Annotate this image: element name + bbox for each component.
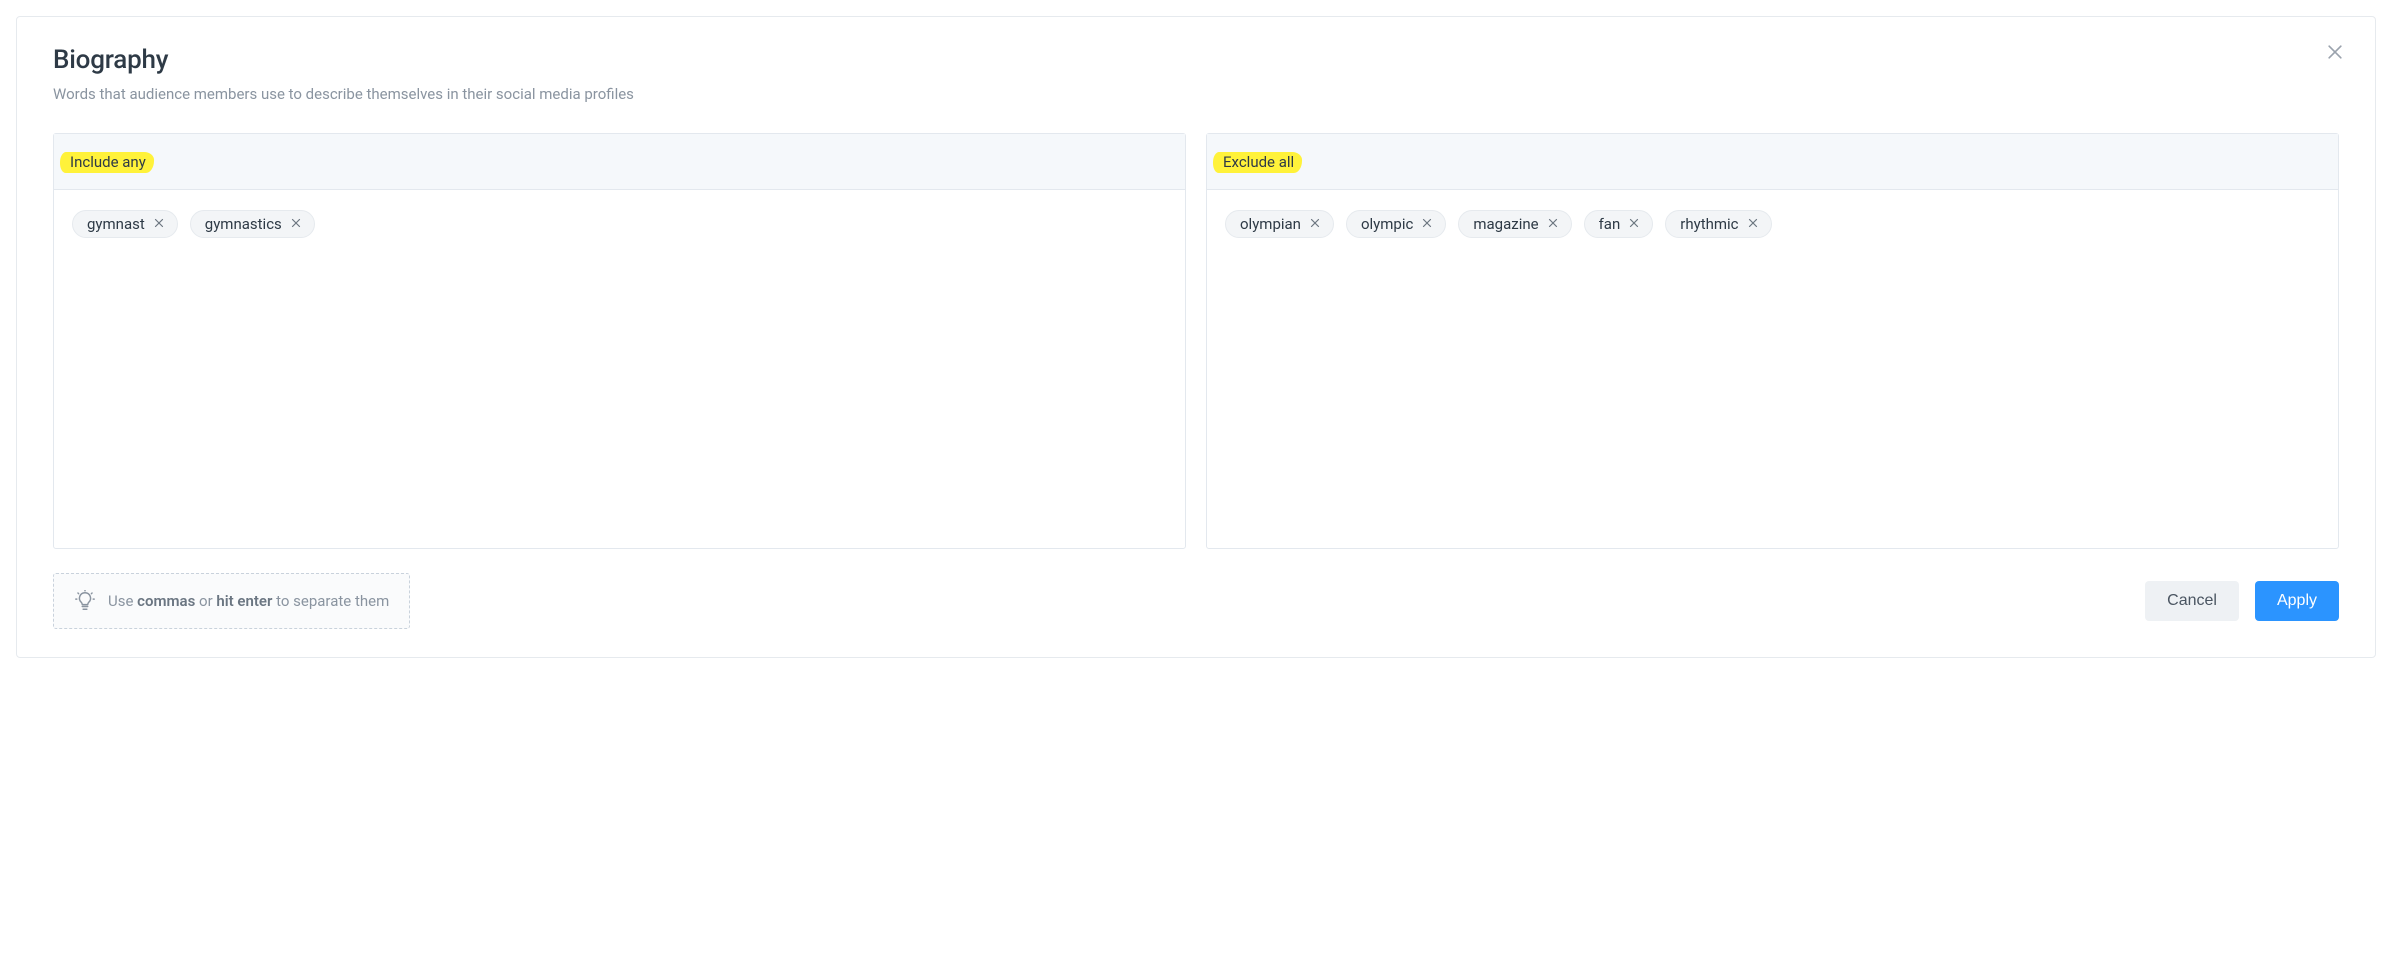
- include-label: Include any: [70, 153, 146, 171]
- apply-button[interactable]: Apply: [2255, 581, 2339, 621]
- tag-label: olympian: [1240, 217, 1301, 232]
- tag-remove-button[interactable]: [288, 216, 304, 232]
- page-subtitle: Words that audience members use to descr…: [53, 85, 2339, 103]
- tag-remove-button[interactable]: [1307, 216, 1323, 232]
- exclude-panel-header: Exclude all: [1207, 134, 2338, 190]
- x-icon: [153, 217, 165, 232]
- close-icon: [2325, 42, 2345, 65]
- exclude-tag: fan: [1584, 210, 1654, 238]
- hint-strong-commas: commas: [137, 592, 195, 610]
- x-icon: [1309, 217, 1321, 232]
- include-tags-area[interactable]: gymnast gymnastics: [54, 190, 1185, 548]
- tag-remove-button[interactable]: [1745, 216, 1761, 232]
- hint-mid: or: [195, 592, 216, 610]
- exclude-tag: rhythmic: [1665, 210, 1771, 238]
- footer-row: Use commas or hit enter to separate them…: [53, 573, 2339, 629]
- tag-remove-button[interactable]: [151, 216, 167, 232]
- separator-hint: Use commas or hit enter to separate them: [53, 573, 410, 629]
- exclude-label: Exclude all: [1223, 153, 1294, 171]
- lightbulb-icon: [74, 590, 96, 612]
- x-icon: [290, 217, 302, 232]
- panels-row: Include any gymnast gymnastics Exclude al…: [53, 133, 2339, 549]
- exclude-label-highlight: Exclude all: [1223, 152, 1294, 171]
- include-tag: gymnast: [72, 210, 178, 238]
- tag-remove-button[interactable]: [1419, 216, 1435, 232]
- x-icon: [1547, 217, 1559, 232]
- tag-remove-button[interactable]: [1545, 216, 1561, 232]
- include-panel-header: Include any: [54, 134, 1185, 190]
- tag-label: gymnastics: [205, 217, 282, 232]
- cancel-button[interactable]: Cancel: [2145, 581, 2239, 621]
- include-panel: Include any gymnast gymnastics: [53, 133, 1186, 549]
- hint-strong-enter: hit enter: [216, 592, 272, 610]
- tag-label: magazine: [1473, 217, 1538, 232]
- hint-suffix: to separate them: [272, 592, 389, 610]
- x-icon: [1628, 217, 1640, 232]
- tag-label: rhythmic: [1680, 217, 1738, 232]
- x-icon: [1747, 217, 1759, 232]
- tag-remove-button[interactable]: [1626, 216, 1642, 232]
- hint-prefix: Use: [108, 592, 137, 610]
- hint-text: Use commas or hit enter to separate them: [108, 592, 389, 610]
- exclude-tag: magazine: [1458, 210, 1571, 238]
- exclude-tag: olympian: [1225, 210, 1334, 238]
- tag-label: fan: [1599, 217, 1621, 232]
- include-tag: gymnastics: [190, 210, 315, 238]
- biography-modal: Biography Words that audience members us…: [16, 16, 2376, 658]
- exclude-tag: olympic: [1346, 210, 1446, 238]
- include-label-highlight: Include any: [70, 152, 146, 171]
- tag-label: olympic: [1361, 217, 1413, 232]
- x-icon: [1421, 217, 1433, 232]
- action-buttons: Cancel Apply: [2145, 581, 2339, 621]
- tag-label: gymnast: [87, 217, 145, 232]
- close-button[interactable]: [2321, 39, 2349, 67]
- exclude-panel: Exclude all olympian olympic magazine fan rh…: [1206, 133, 2339, 549]
- exclude-tags-area[interactable]: olympian olympic magazine fan rhythmic: [1207, 190, 2338, 548]
- page-title: Biography: [53, 45, 2339, 75]
